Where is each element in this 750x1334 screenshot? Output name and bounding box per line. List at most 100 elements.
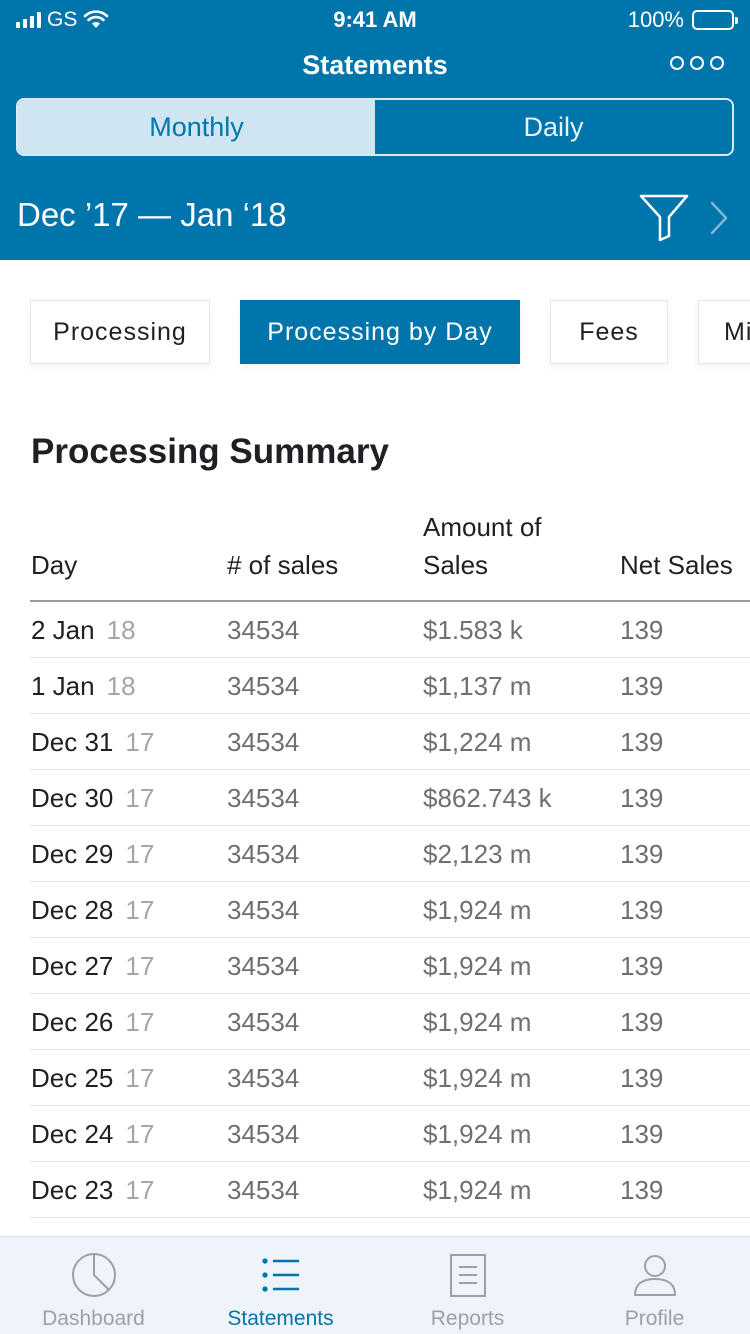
year-label: 17 — [125, 951, 155, 981]
bottom-tab-bar: Dashboard Statements Reports Profile — [0, 1236, 750, 1334]
day-label: Dec 27 — [31, 951, 114, 981]
sales-count-cell: 34534 — [227, 1119, 300, 1149]
chevron-right-icon[interactable] — [708, 200, 730, 236]
tab-more-partial[interactable]: Mi — [698, 300, 750, 364]
more-options-icon[interactable] — [670, 56, 724, 70]
net-sales-cell: 139 — [620, 615, 664, 645]
status-bar: GS 9:41 AM 100% — [0, 0, 750, 40]
table-row[interactable]: Dec 24 17 34534 $1,924 m 139 — [30, 1106, 750, 1162]
document-icon — [449, 1254, 486, 1297]
tab-dashboard[interactable]: Dashboard — [0, 1237, 187, 1334]
day-cell: Dec 31 17 — [31, 727, 154, 758]
year-label: 17 — [125, 1007, 155, 1037]
tab-label: Statements — [227, 1307, 334, 1330]
table-row[interactable]: 1 Jan 18 34534 $1,137 m 139 — [30, 658, 750, 714]
year-label: 17 — [125, 1175, 155, 1205]
tab-reports[interactable]: Reports — [374, 1237, 561, 1334]
battery-percent: 100% — [627, 7, 684, 32]
date-range-label[interactable]: Dec ’17 — Jan ‘18 — [17, 196, 287, 234]
day-cell: Dec 29 17 — [31, 839, 154, 870]
table-row[interactable]: Dec 28 17 34534 $1,924 m 139 — [30, 882, 750, 938]
tab-processing-by-day[interactable]: Processing by Day — [240, 300, 520, 364]
day-label: Dec 23 — [31, 1175, 114, 1205]
amount-cell: $1,924 m — [423, 951, 532, 981]
tab-fees[interactable]: Fees — [550, 300, 668, 364]
year-label: 17 — [125, 895, 155, 925]
category-tabs: Processing Processing by Day Fees Mi — [0, 260, 750, 390]
sales-count-cell: 34534 — [227, 671, 300, 701]
year-label: 17 — [125, 839, 155, 869]
amount-cell: $2,123 m — [423, 839, 532, 869]
sales-count-cell: 34534 — [227, 1175, 300, 1205]
day-cell: Dec 27 17 — [31, 951, 154, 982]
segment-daily[interactable]: Daily — [375, 100, 732, 154]
filter-icon[interactable] — [638, 192, 690, 242]
period-segmented-control: Monthly Daily — [16, 98, 734, 156]
table-row[interactable]: 2 Jan 18 34534 $1.583 k 139 — [30, 602, 750, 658]
day-cell: 1 Jan 18 — [31, 671, 136, 702]
amount-cell: $1,924 m — [423, 1175, 532, 1205]
table-row[interactable]: Dec 23 17 34534 $1,924 m 139 — [30, 1162, 750, 1218]
sales-count-cell: 34534 — [227, 783, 300, 813]
tab-processing[interactable]: Processing — [30, 300, 210, 364]
net-sales-cell: 139 — [620, 839, 664, 869]
battery-icon — [692, 10, 738, 30]
day-label: Dec 24 — [31, 1119, 114, 1149]
sales-count-cell: 34534 — [227, 727, 300, 757]
page-title: Statements — [302, 50, 448, 80]
net-sales-cell: 139 — [620, 783, 664, 813]
day-label: Dec 29 — [31, 839, 114, 869]
amount-cell: $1,924 m — [423, 1119, 532, 1149]
sales-count-cell: 34534 — [227, 1007, 300, 1037]
year-label: 18 — [106, 671, 136, 701]
tab-label: Dashboard — [42, 1307, 145, 1330]
column-header-net[interactable]: Net Sales — [620, 546, 733, 584]
table-row[interactable]: Dec 26 17 34534 $1,924 m 139 — [30, 994, 750, 1050]
day-cell: 2 Jan 18 — [31, 615, 136, 646]
day-cell: Dec 23 17 — [31, 1175, 154, 1206]
table-row[interactable]: Dec 30 17 34534 $862.743 k 139 — [30, 770, 750, 826]
table-row[interactable]: Dec 31 17 34534 $1,224 m 139 — [30, 714, 750, 770]
net-sales-cell: 139 — [620, 1119, 664, 1149]
day-cell: Dec 26 17 — [31, 1007, 154, 1038]
tab-label: Profile — [624, 1307, 685, 1330]
column-header-sales[interactable]: # of sales — [227, 546, 338, 584]
sales-count-cell: 34534 — [227, 951, 300, 981]
sales-count-cell: 34534 — [227, 895, 300, 925]
amount-cell: $1,224 m — [423, 727, 532, 757]
net-sales-cell: 139 — [620, 951, 664, 981]
table-row[interactable]: Dec 25 17 34534 $1,924 m 139 — [30, 1050, 750, 1106]
day-label: Dec 26 — [31, 1007, 114, 1037]
net-sales-cell: 139 — [620, 1007, 664, 1037]
column-header-amount[interactable]: Amount of Sales — [423, 508, 583, 584]
section-title: Processing Summary — [31, 432, 389, 471]
tab-profile[interactable]: Profile — [561, 1237, 748, 1334]
day-label: Dec 31 — [31, 727, 114, 757]
year-label: 17 — [125, 1119, 155, 1149]
day-label: Dec 30 — [31, 783, 114, 813]
amount-cell: $1,924 m — [423, 895, 532, 925]
tab-label: Reports — [430, 1307, 505, 1330]
year-label: 17 — [125, 727, 155, 757]
user-icon — [633, 1255, 676, 1296]
net-sales-cell: 139 — [620, 671, 664, 701]
amount-cell: $1.583 k — [423, 615, 523, 645]
segment-monthly[interactable]: Monthly — [18, 100, 375, 154]
sales-count-cell: 34534 — [227, 615, 300, 645]
list-icon — [261, 1258, 299, 1292]
day-cell: Dec 24 17 — [31, 1119, 154, 1150]
amount-cell: $862.743 k — [423, 783, 552, 813]
column-header-day[interactable]: Day — [31, 546, 77, 584]
day-label: 1 Jan — [31, 671, 95, 701]
amount-cell: $1,924 m — [423, 1007, 532, 1037]
summary-table: 2 Jan 18 34534 $1.583 k 139 1 Jan 18 34534… — [30, 602, 750, 1218]
table-row[interactable]: Dec 27 17 34534 $1,924 m 139 — [30, 938, 750, 994]
day-label: 2 Jan — [31, 615, 95, 645]
table-header: Day # of sales Amount of Sales Net Sales — [30, 500, 750, 602]
status-right: 100% — [627, 7, 738, 33]
table-row[interactable]: Dec 29 17 34534 $2,123 m 139 — [30, 826, 750, 882]
tab-statements[interactable]: Statements — [187, 1237, 374, 1334]
amount-cell: $1,137 m — [423, 671, 532, 701]
net-sales-cell: 139 — [620, 1175, 664, 1205]
net-sales-cell: 139 — [620, 727, 664, 757]
